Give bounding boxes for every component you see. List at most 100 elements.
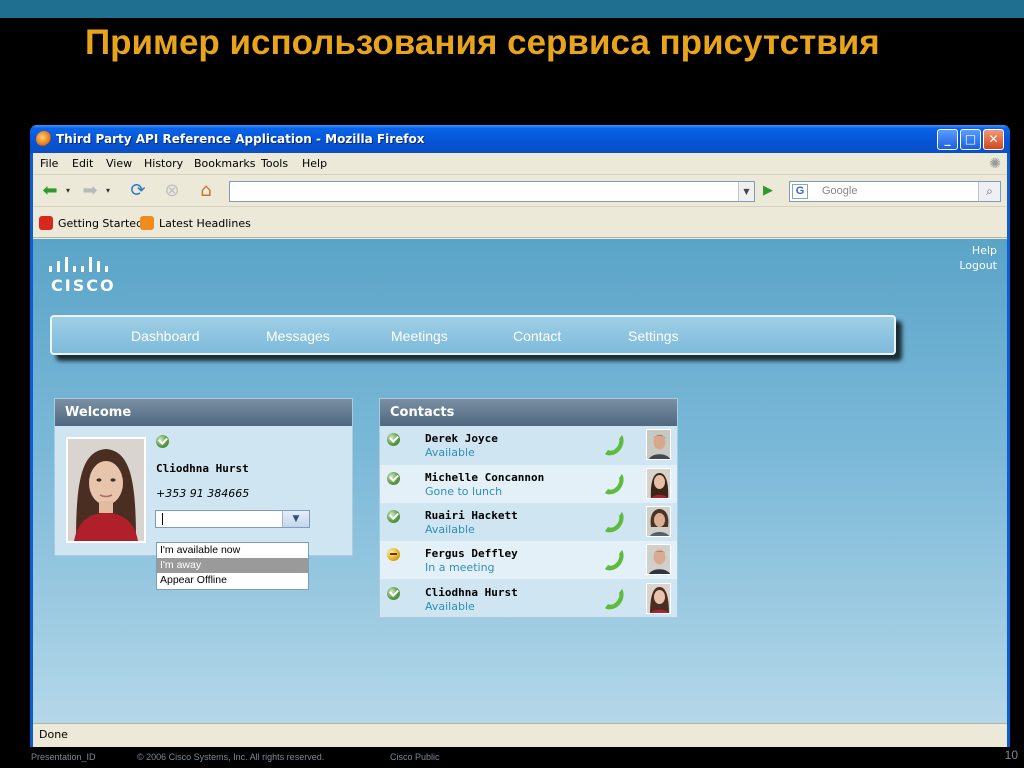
nav-messages[interactable]: Messages bbox=[266, 328, 330, 344]
go-button[interactable]: ▶ bbox=[760, 183, 776, 199]
bookmark-label: Getting Started bbox=[58, 217, 144, 230]
help-link[interactable]: Help bbox=[959, 243, 997, 258]
contact-status: Available bbox=[425, 523, 475, 536]
search-input[interactable]: G Google ⌕ bbox=[789, 181, 1001, 202]
contact-row[interactable]: Derek Joyce Available bbox=[380, 426, 677, 464]
status-text: Done bbox=[39, 728, 68, 741]
nav-contact[interactable]: Contact bbox=[513, 328, 561, 344]
welcome-header: Welcome bbox=[55, 399, 352, 426]
option-available[interactable]: I'm available now bbox=[157, 543, 308, 558]
menu-help[interactable]: Help bbox=[302, 157, 327, 170]
google-engine-icon[interactable]: G bbox=[792, 184, 808, 199]
user-name: Cliodhna Hurst bbox=[156, 462, 249, 475]
nav-dashboard[interactable]: Dashboard bbox=[131, 328, 200, 344]
contact-avatar bbox=[646, 583, 671, 614]
menu-bar: File Edit View History Bookmarks Tools H… bbox=[33, 153, 1007, 175]
contact-avatar bbox=[646, 468, 671, 499]
text-caret bbox=[162, 513, 163, 525]
search-placeholder: Google bbox=[822, 185, 858, 197]
window-title: Third Party API Reference Application - … bbox=[56, 132, 425, 146]
cisco-logo-text: CISCO bbox=[51, 276, 116, 295]
contact-status: In a meeting bbox=[425, 561, 495, 574]
available-icon bbox=[387, 587, 400, 600]
firefox-bookmark-icon bbox=[39, 216, 53, 230]
stop-button[interactable]: ⊗ bbox=[161, 180, 183, 202]
footer-presentation-id: Presentation_ID bbox=[31, 752, 96, 762]
user-phone: +353 91 384665 bbox=[156, 487, 250, 500]
back-button[interactable]: ⬅ bbox=[39, 180, 61, 202]
browser-frame: File Edit View History Bookmarks Tools H… bbox=[33, 153, 1007, 747]
welcome-panel: Welcome Cliodhna Hurst +353 91 384665 ▼ bbox=[54, 398, 353, 556]
close-button[interactable]: ✕ bbox=[983, 129, 1004, 150]
menu-edit[interactable]: Edit bbox=[72, 157, 93, 170]
bookmark-getting-started[interactable]: Getting Started bbox=[39, 216, 143, 230]
browser-window: Third Party API Reference Application - … bbox=[30, 125, 1010, 747]
presence-select[interactable]: ▼ bbox=[155, 510, 310, 528]
contact-name: Cliodhna Hurst bbox=[425, 586, 518, 599]
option-offline[interactable]: Appear Offline bbox=[157, 573, 308, 588]
available-icon bbox=[387, 472, 400, 485]
web-content: CISCO Help Logout Dashboard Messages Mee… bbox=[33, 239, 1007, 723]
firefox-icon bbox=[36, 131, 52, 147]
slide-title: Пример использования сервиса присутствия bbox=[85, 23, 880, 62]
bookmarks-toolbar: Getting Started Latest Headlines bbox=[33, 208, 1007, 238]
top-links: Help Logout bbox=[959, 243, 997, 273]
menu-history[interactable]: History bbox=[144, 157, 183, 170]
menu-file[interactable]: File bbox=[40, 157, 58, 170]
available-icon bbox=[387, 433, 400, 446]
url-input[interactable]: ▼ bbox=[229, 181, 755, 202]
phone-icon[interactable] bbox=[602, 471, 628, 497]
contact-row[interactable]: Michelle Concannon Gone to lunch bbox=[380, 465, 677, 503]
phone-icon[interactable] bbox=[602, 509, 628, 535]
cisco-logo-icon bbox=[49, 257, 108, 272]
maximize-button[interactable]: □ bbox=[960, 129, 981, 150]
menu-view[interactable]: View bbox=[106, 157, 132, 170]
forward-history-dropdown[interactable]: ▾ bbox=[103, 180, 113, 202]
page-number: 10 bbox=[1004, 748, 1018, 762]
search-go-icon[interactable]: ⌕ bbox=[978, 182, 1000, 201]
contact-avatar bbox=[646, 506, 671, 537]
contact-name: Derek Joyce bbox=[425, 432, 498, 445]
contact-row[interactable]: Ruairi Hackett Available bbox=[380, 503, 677, 541]
option-away[interactable]: I'm away bbox=[157, 558, 308, 573]
rss-icon bbox=[140, 216, 154, 230]
footer-copyright: © 2006 Cisco Systems, Inc. All rights re… bbox=[137, 752, 325, 762]
url-dropdown-icon[interactable]: ▼ bbox=[738, 182, 754, 201]
status-bar: Done bbox=[33, 723, 1007, 745]
navigation-toolbar: ⬅ ▾ ➡ ▾ ⟳ ⊗ ⌂ ▼ ▶ G Google ⌕ bbox=[33, 175, 1007, 207]
contact-status: Available bbox=[425, 446, 475, 459]
dropdown-arrow-icon[interactable]: ▼ bbox=[282, 511, 309, 527]
minimize-button[interactable]: _ bbox=[937, 129, 958, 150]
contact-name: Fergus Deffley bbox=[425, 547, 518, 560]
menu-bookmarks[interactable]: Bookmarks bbox=[194, 157, 255, 170]
contact-name: Ruairi Hackett bbox=[425, 509, 518, 522]
back-history-dropdown[interactable]: ▾ bbox=[63, 180, 73, 202]
logout-link[interactable]: Logout bbox=[959, 258, 997, 273]
contact-status: Gone to lunch bbox=[425, 485, 503, 498]
contact-row[interactable]: Cliodhna Hurst Available bbox=[380, 580, 677, 618]
away-icon bbox=[387, 548, 400, 561]
contact-avatar bbox=[646, 429, 671, 460]
window-titlebar[interactable]: Third Party API Reference Application - … bbox=[30, 125, 1010, 153]
forward-button[interactable]: ➡ bbox=[79, 180, 101, 202]
phone-icon[interactable] bbox=[602, 586, 628, 612]
contact-avatar bbox=[646, 544, 671, 575]
nav-settings[interactable]: Settings bbox=[628, 328, 679, 344]
available-icon bbox=[387, 510, 400, 523]
bookmark-latest-headlines[interactable]: Latest Headlines bbox=[140, 216, 251, 230]
contacts-header: Contacts bbox=[380, 399, 677, 426]
phone-icon[interactable] bbox=[602, 432, 628, 458]
contact-name: Michelle Concannon bbox=[425, 471, 545, 484]
user-available-icon bbox=[156, 435, 169, 448]
presence-options: I'm available now I'm away Appear Offlin… bbox=[156, 542, 309, 590]
home-button[interactable]: ⌂ bbox=[195, 180, 217, 202]
contact-status: Available bbox=[425, 600, 475, 613]
contact-row[interactable]: Fergus Deffley In a meeting bbox=[380, 541, 677, 579]
footer-classification: Cisco Public bbox=[390, 752, 440, 762]
reload-button[interactable]: ⟳ bbox=[127, 180, 149, 202]
menu-tools[interactable]: Tools bbox=[261, 157, 288, 170]
nav-meetings[interactable]: Meetings bbox=[391, 328, 448, 344]
phone-icon[interactable] bbox=[602, 547, 628, 573]
throbber-icon: ✺ bbox=[989, 156, 1001, 172]
contacts-panel: Contacts Derek Joyce Available Michelle … bbox=[379, 398, 678, 618]
